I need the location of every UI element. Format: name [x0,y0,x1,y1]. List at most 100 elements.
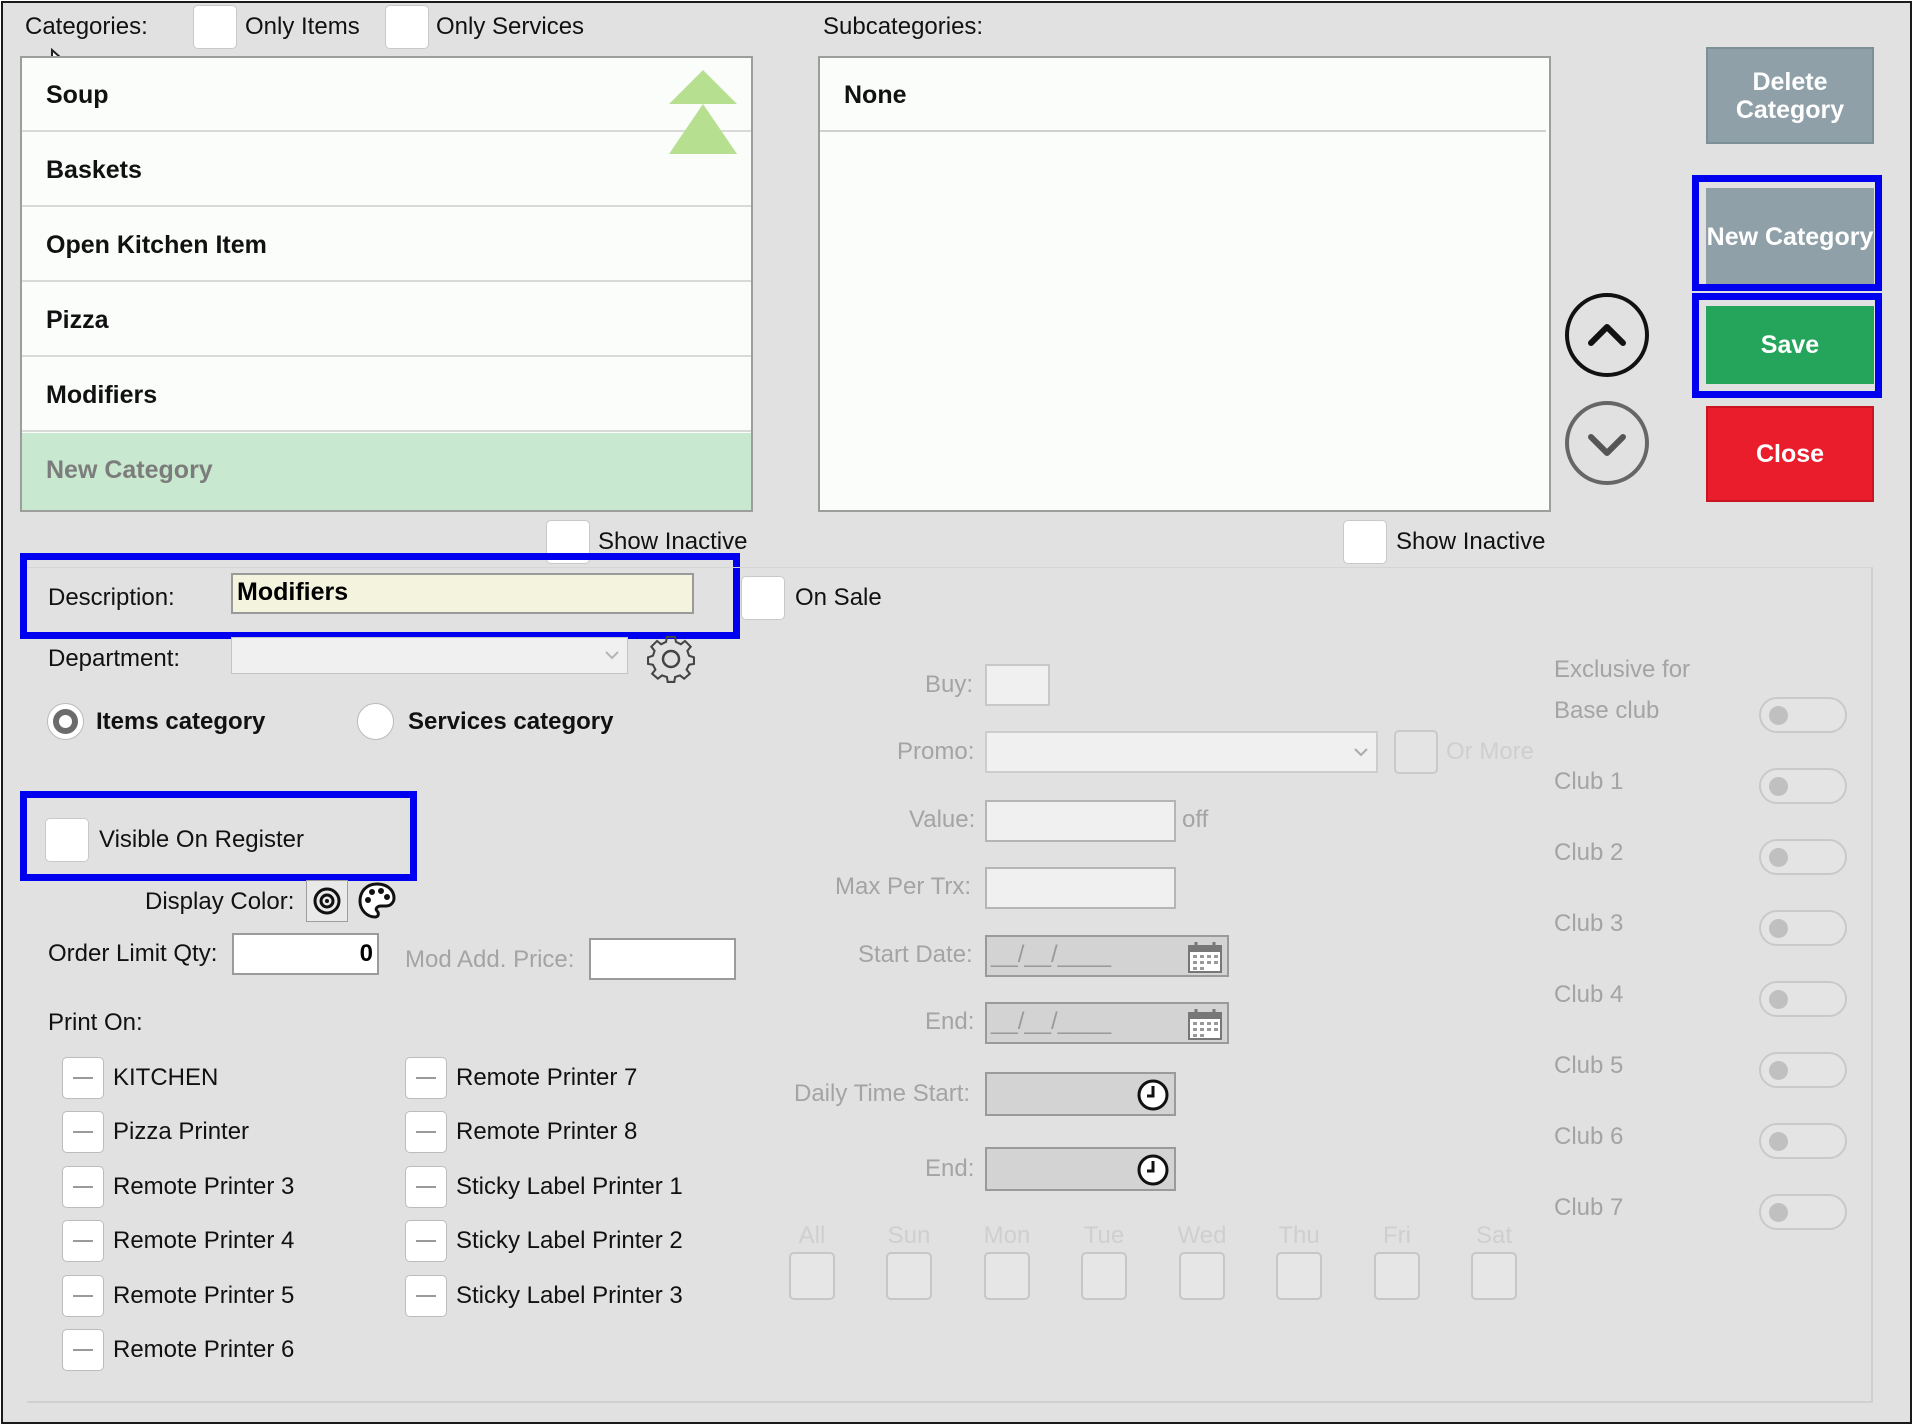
categories-label: Categories: [25,13,148,40]
buy-label: Buy: [925,671,974,698]
day-checkbox[interactable] [984,1252,1030,1300]
printer-checkbox[interactable] [405,1220,447,1262]
day-label: Sun [887,1222,931,1249]
radio-dot [53,709,78,734]
subcategories-label: Subcategories: [823,13,984,40]
daily-time-start-input[interactable] [985,1072,1176,1116]
day-label: Thu [1278,1222,1320,1249]
target-icon [313,887,341,915]
daily-time-end-input[interactable] [985,1147,1176,1191]
printer-checkbox[interactable] [62,1275,104,1317]
gear-icon[interactable] [639,630,703,688]
club-toggle[interactable] [1759,1194,1847,1230]
promo-select[interactable] [985,731,1378,773]
printer-checkbox[interactable] [62,1220,104,1262]
subcategory-item[interactable]: None [820,58,1546,132]
day-label: Sat [1475,1222,1513,1249]
items-category-radio[interactable] [47,703,84,740]
category-editor-window: Categories: Only Items Only Services Sub… [0,0,1913,1425]
club-toggle[interactable] [1759,1052,1847,1088]
exclusive-label: Exclusive for [1554,656,1691,683]
calendar-icon[interactable] [1187,940,1223,974]
order-limit-input[interactable]: 0 [232,933,379,975]
day-label: Wed [1177,1222,1227,1249]
value-input[interactable] [985,800,1176,842]
services-category-radio[interactable] [357,703,394,740]
printer-label: Pizza Printer [113,1118,250,1145]
close-button[interactable]: Close [1706,406,1874,502]
mod-add-price-label: Mod Add. Price: [405,946,575,973]
highlight-description [20,553,740,639]
day-checkbox[interactable] [1374,1252,1420,1300]
club-label: Club 2 [1554,839,1624,866]
chevron-up-icon [1588,324,1626,346]
max-per-trx-input[interactable] [985,867,1176,909]
delete-category-button[interactable]: Delete Category [1706,47,1874,144]
end-date-label: End: [925,1008,975,1035]
subcategories-list[interactable]: None [818,56,1551,512]
order-limit-label: Order Limit Qty: [48,940,218,967]
chevron-down-icon [605,651,619,660]
club-label: Club 3 [1554,910,1624,937]
start-date-value: __/__/____ [991,941,1112,968]
scroll-to-top-icon[interactable] [667,68,739,156]
club-toggle[interactable] [1759,1123,1847,1159]
day-checkbox[interactable] [1471,1252,1517,1300]
highlight-visible-on-register [20,791,417,881]
club-label: Club 4 [1554,981,1624,1008]
category-item[interactable]: Pizza [22,283,751,357]
day-checkbox[interactable] [1179,1252,1225,1300]
day-checkbox[interactable] [886,1252,932,1300]
daily-time-start-label: Daily Time Start: [794,1080,971,1107]
color-picker-button[interactable] [306,880,348,922]
category-item[interactable]: Open Kitchen Item [22,208,751,282]
category-item[interactable]: Soup [22,58,751,132]
club-toggle[interactable] [1759,981,1847,1017]
club-toggle[interactable] [1759,910,1847,946]
category-item[interactable]: Modifiers [22,358,751,432]
day-checkbox[interactable] [1276,1252,1322,1300]
only-items-checkbox[interactable] [193,5,237,49]
chevron-down-icon [1354,748,1368,757]
calendar-icon[interactable] [1187,1007,1223,1041]
printer-checkbox[interactable] [62,1166,104,1208]
move-up-button[interactable] [1565,293,1649,377]
club-label: Club 1 [1554,768,1624,795]
day-label: Tue [1083,1222,1125,1249]
only-services-checkbox[interactable] [385,5,429,49]
start-date-input[interactable]: __/__/____ [985,935,1229,977]
category-item[interactable]: Baskets [22,133,751,207]
max-per-trx-label: Max Per Trx: [835,873,972,900]
day-checkbox[interactable] [1081,1252,1127,1300]
day-checkbox[interactable] [789,1252,835,1300]
off-label: off [1182,806,1209,833]
printer-checkbox[interactable] [405,1275,447,1317]
display-color-label: Display Color: [145,888,295,915]
club-toggle[interactable] [1759,768,1847,804]
palette-icon[interactable] [357,881,397,921]
printer-checkbox[interactable] [405,1111,447,1153]
clock-icon[interactable] [1136,1078,1170,1112]
printer-checkbox[interactable] [405,1057,447,1099]
on-sale-checkbox[interactable] [741,576,785,620]
club-toggle[interactable] [1759,839,1847,875]
buy-input[interactable] [985,664,1050,706]
printer-label: Remote Printer 5 [113,1282,295,1309]
or-more-checkbox[interactable] [1394,730,1438,774]
printer-checkbox[interactable] [62,1111,104,1153]
printer-checkbox[interactable] [62,1329,104,1371]
end-date-input[interactable]: __/__/____ [985,1002,1229,1044]
clock-icon[interactable] [1136,1153,1170,1187]
start-date-label: Start Date: [858,941,973,968]
department-select[interactable] [231,637,628,674]
printer-checkbox[interactable] [405,1166,447,1208]
printer-checkbox[interactable] [62,1057,104,1099]
services-category-label: Services category [408,708,614,735]
category-item-selected[interactable]: New Category [22,433,751,510]
base-club-toggle[interactable] [1759,697,1847,733]
promo-label: Promo: [897,738,975,765]
show-inactive-subcategories-checkbox[interactable] [1343,520,1387,564]
move-down-button[interactable] [1565,401,1649,485]
mod-add-price-input[interactable] [589,938,736,980]
categories-list[interactable]: Soup Baskets Open Kitchen Item Pizza Mod… [20,56,753,512]
